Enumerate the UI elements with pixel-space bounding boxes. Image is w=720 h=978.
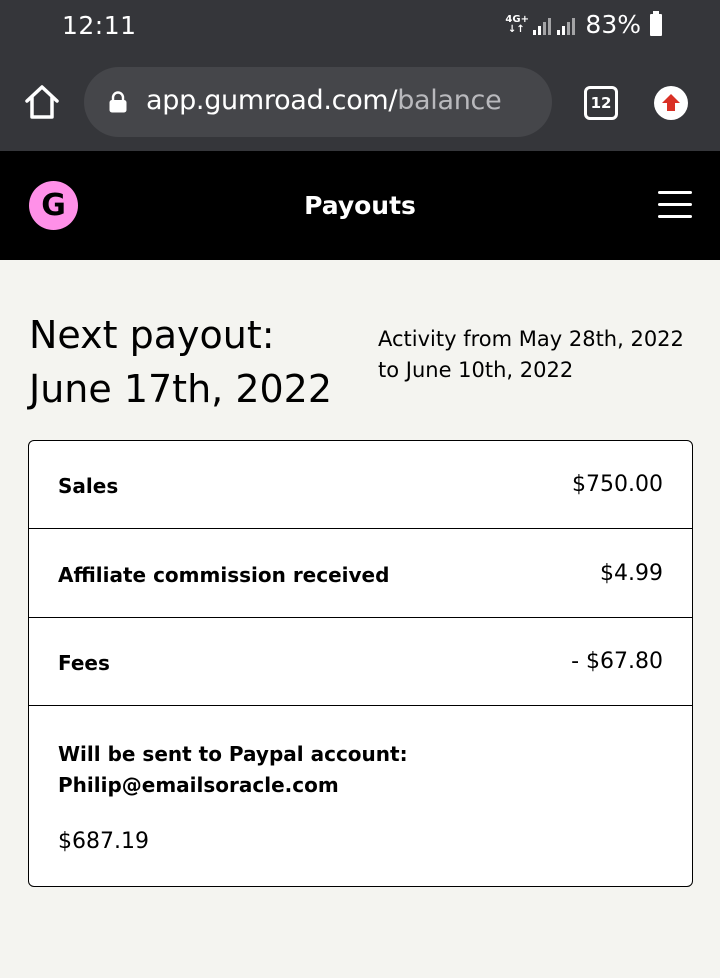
- summary-row-sales: Sales $750.00: [29, 441, 692, 529]
- row-value: $750.00: [572, 472, 663, 497]
- row-value: - $67.80: [571, 649, 663, 674]
- payout-destination-email: Philip@emailsoracle.com: [58, 773, 339, 797]
- network-type-icon: 4G+ ↓↑: [505, 13, 529, 35]
- url-text: app.gumroad.com/balance: [146, 85, 502, 116]
- signal-strength-icon: [533, 15, 552, 35]
- update-arrow-icon: [662, 94, 680, 111]
- payout-amount: $687.19: [58, 829, 149, 854]
- url-path: balance: [397, 85, 502, 116]
- network-type-label: 4G+: [505, 13, 529, 25]
- home-icon: [25, 85, 59, 119]
- status-indicators: 4G+ ↓↑ 83%: [505, 10, 662, 39]
- status-time: 12:11: [62, 11, 137, 40]
- payout-destination-text: Will be sent to Paypal account: Philip@e…: [58, 739, 408, 801]
- page-title: Payouts: [304, 191, 416, 220]
- next-payout-label: Next payout:: [29, 313, 275, 357]
- battery-percent: 83%: [585, 10, 641, 39]
- summary-row-affiliate: Affiliate commission received $4.99: [29, 530, 692, 618]
- update-button[interactable]: [654, 86, 688, 120]
- next-payout-heading: Next payout: June 17th, 2022: [29, 308, 359, 416]
- address-bar[interactable]: app.gumroad.com/balance: [84, 67, 552, 137]
- menu-button[interactable]: [658, 191, 692, 219]
- lock-icon: [109, 91, 127, 113]
- home-button[interactable]: [22, 82, 62, 122]
- battery-icon: [650, 10, 662, 36]
- tabs-button[interactable]: 12: [584, 86, 618, 120]
- summary-row-fees: Fees - $67.80: [29, 618, 692, 706]
- row-label: Sales: [58, 474, 119, 498]
- next-payout-date: June 17th, 2022: [29, 367, 333, 411]
- payout-summary-card: Sales $750.00 Affiliate commission recei…: [28, 440, 693, 887]
- row-label: Fees: [58, 651, 110, 675]
- payout-destination-label: Will be sent to Paypal account:: [58, 742, 408, 766]
- row-value: $4.99: [600, 561, 663, 586]
- signal-strength-icon-2: [557, 15, 576, 35]
- url-host: app.gumroad.com/: [146, 85, 398, 116]
- browser-toolbar: app.gumroad.com/balance 12: [0, 56, 720, 151]
- row-label: Affiliate commission received: [58, 563, 390, 587]
- app-header: G Payouts: [0, 151, 720, 260]
- status-bar: 12:11 4G+ ↓↑ 83%: [0, 0, 720, 56]
- payout-destination: Will be sent to Paypal account: Philip@e…: [29, 707, 692, 886]
- activity-range: Activity from May 28th, 2022 to June 10t…: [378, 327, 684, 382]
- tab-count: 12: [590, 94, 612, 112]
